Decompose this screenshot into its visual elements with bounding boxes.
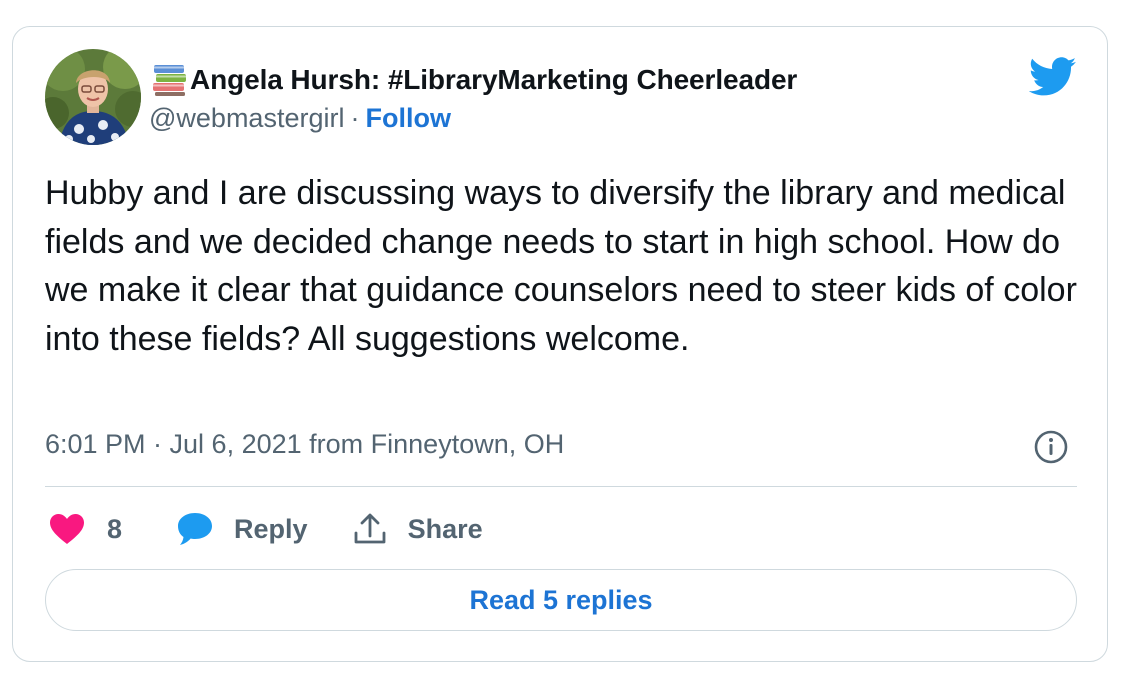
author-name-row[interactable]: Angela Hursh: #LibraryMarketing Cheerlea… xyxy=(152,63,797,97)
author-display-name[interactable]: Angela Hursh: #LibraryMarketing Cheerlea… xyxy=(190,64,797,96)
share-upload-icon xyxy=(354,513,385,544)
tweet-text: Hubby and I are discussing ways to diver… xyxy=(45,174,1077,358)
tweet-embed-card: Angela Hursh: #LibraryMarketing Cheerlea… xyxy=(12,26,1108,662)
like-button[interactable]: 8 xyxy=(49,513,122,545)
follow-button[interactable]: Follow xyxy=(365,103,450,133)
avatar[interactable] xyxy=(45,49,141,145)
reply-button[interactable]: Reply xyxy=(176,511,308,547)
handle-separator: · xyxy=(350,103,360,133)
author-handle[interactable]: @webmastergirl xyxy=(149,103,344,133)
info-icon[interactable] xyxy=(1033,429,1069,465)
books-emoji-icon xyxy=(153,65,186,96)
reply-label: Reply xyxy=(234,513,308,544)
tweet-timestamp[interactable]: 6:01 PM · Jul 6, 2021 from Finneytown, O… xyxy=(45,429,564,460)
divider xyxy=(45,486,1077,487)
author-handle-row: @webmastergirl · Follow xyxy=(149,103,451,134)
read-replies-button[interactable]: Read 5 replies xyxy=(45,569,1077,631)
like-count: 8 xyxy=(107,513,123,544)
twitter-bird-icon[interactable] xyxy=(1029,57,1077,97)
tweet-actions: 8 Reply Share xyxy=(49,507,483,551)
speech-bubble-icon xyxy=(178,513,213,545)
share-label: Share xyxy=(407,513,483,544)
heart-icon xyxy=(50,514,84,544)
share-button[interactable]: Share xyxy=(352,511,483,547)
